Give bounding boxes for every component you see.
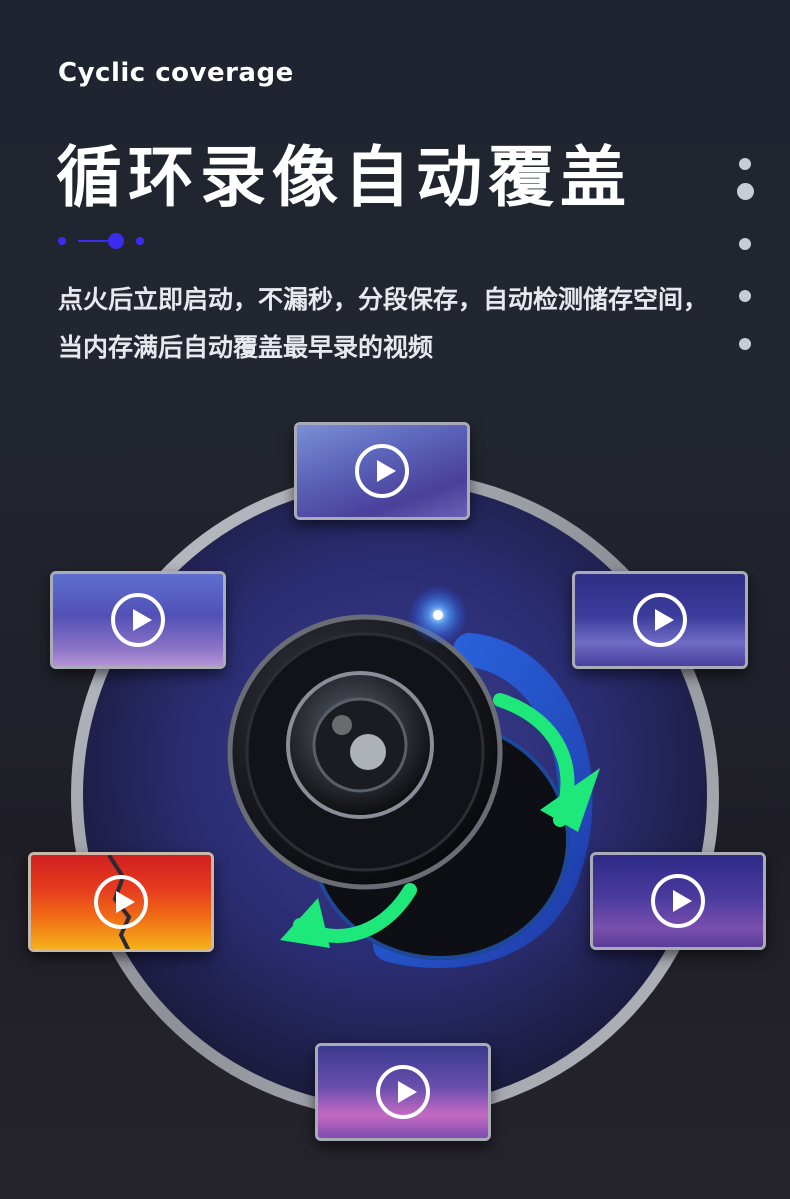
page-title: 循环录像自动覆盖 xyxy=(56,139,632,216)
video-clip-thumbnail-bottom[interactable] xyxy=(315,1043,491,1141)
play-icon[interactable] xyxy=(633,593,687,647)
loop-recording-illustration xyxy=(0,400,790,1199)
accent-line-decoration xyxy=(58,233,144,249)
overwritten-video-clip-thumbnail[interactable] xyxy=(28,852,214,952)
video-clip-thumbnail-top[interactable] xyxy=(294,422,470,520)
video-clip-thumbnail-bottom-right[interactable] xyxy=(590,852,766,950)
play-icon[interactable] xyxy=(111,593,165,647)
play-icon[interactable] xyxy=(376,1065,430,1119)
feature-description: 点火后立即启动，不漏秒，分段保存，自动检测储存空间，当内存满后自动覆盖最早录的视… xyxy=(58,285,709,362)
play-icon[interactable] xyxy=(94,875,148,929)
video-clip-thumbnail-right[interactable] xyxy=(572,571,748,669)
play-icon[interactable] xyxy=(651,874,705,928)
section-subtitle: Cyclic coverage xyxy=(58,58,294,88)
play-icon[interactable] xyxy=(355,444,409,498)
video-clip-thumbnail-left[interactable] xyxy=(50,571,226,669)
side-dots-decoration xyxy=(732,150,760,360)
